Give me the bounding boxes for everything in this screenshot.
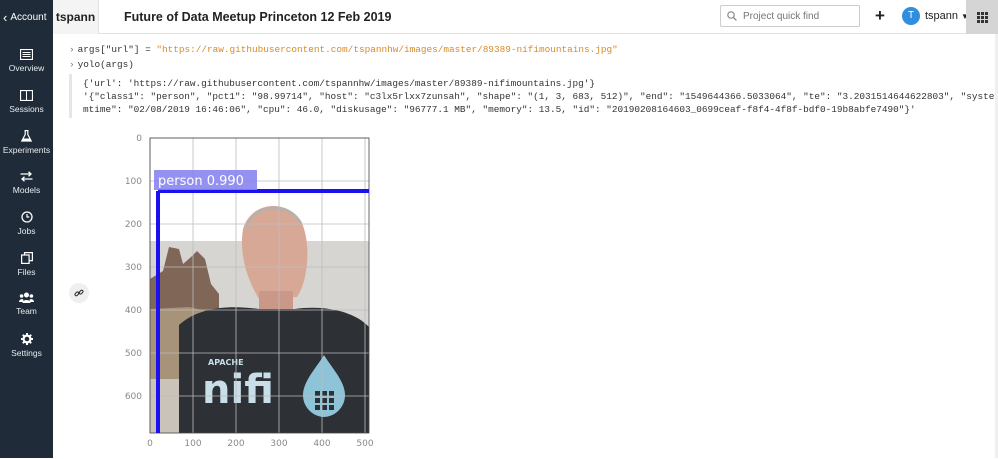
code-line-args: › args["url"] = "https://raw.githubuserco… bbox=[69, 44, 618, 55]
user-name: tspann bbox=[925, 10, 959, 22]
y-axis-ticks: 0 100 200 300 400 500 600 bbox=[125, 134, 142, 402]
clock-icon bbox=[20, 211, 33, 223]
sidebar-item-jobs[interactable]: Jobs bbox=[0, 211, 53, 236]
y-tick-label: 600 bbox=[125, 392, 142, 402]
code-call: yolo(args) bbox=[77, 59, 134, 70]
sidebar-item-experiments[interactable]: Experiments bbox=[0, 130, 53, 155]
sidebar-item-label: Sessions bbox=[9, 104, 44, 114]
grid-icon bbox=[976, 11, 988, 23]
gear-icon bbox=[20, 333, 33, 345]
sidebar-item-label: Overview bbox=[8, 63, 45, 73]
arrows-icon bbox=[20, 171, 33, 182]
svg-text:APACHE: APACHE bbox=[208, 358, 244, 367]
project-title: Future of Data Meetup Princeton 12 Feb 2… bbox=[124, 10, 392, 24]
x-tick-label: 300 bbox=[270, 439, 287, 449]
account-label: Account bbox=[10, 11, 47, 23]
sessions-icon bbox=[20, 90, 33, 101]
output-block: {'url': 'https://raw.githubusercontent.c… bbox=[69, 74, 998, 118]
y-tick-label: 300 bbox=[125, 263, 142, 273]
x-tick-label: 0 bbox=[147, 439, 153, 449]
x-tick-label: 200 bbox=[227, 439, 244, 449]
link-button[interactable] bbox=[69, 283, 89, 303]
user-menu[interactable]: T tspann ▼ bbox=[902, 7, 969, 25]
output-line: mtime": "02/08/2019 16:46:06", "cpu": 46… bbox=[83, 104, 916, 115]
prompt-chevron-icon: › bbox=[69, 44, 75, 55]
search-icon bbox=[727, 11, 737, 21]
sidebar: ‹ Account Overview Sessions Experiments … bbox=[0, 0, 53, 458]
sidebar-item-sessions[interactable]: Sessions bbox=[0, 90, 53, 114]
sidebar-item-files[interactable]: Files bbox=[0, 252, 53, 277]
sidebar-item-label: Models bbox=[12, 185, 41, 195]
svg-text:nifi: nifi bbox=[202, 367, 274, 413]
team-icon bbox=[19, 292, 34, 303]
code-string: "https://raw.githubusercontent.com/tspan… bbox=[156, 44, 618, 55]
y-tick-label: 200 bbox=[125, 220, 142, 230]
x-tick-label: 100 bbox=[184, 439, 201, 449]
y-tick-label: 100 bbox=[125, 177, 142, 187]
sidebar-item-label: Files bbox=[17, 267, 36, 277]
output-line: '{"class1": "person", "pct1": "98.99714"… bbox=[83, 91, 995, 102]
add-plus-icon[interactable]: + bbox=[875, 7, 885, 25]
files-icon bbox=[20, 252, 33, 264]
sidebar-item-label: Experiments bbox=[2, 145, 51, 155]
detection-label: person 0.990 bbox=[158, 174, 244, 189]
sidebar-item-models[interactable]: Models bbox=[0, 171, 53, 195]
sidebar-item-overview[interactable]: Overview bbox=[0, 49, 53, 73]
code-var: args["url"] = bbox=[77, 44, 157, 55]
sidebar-item-label: Team bbox=[16, 306, 37, 316]
overview-icon bbox=[20, 49, 33, 60]
photo-image: APACHE nifi bbox=[150, 206, 369, 433]
top-bar: tspann Future of Data Meetup Princeton 1… bbox=[53, 0, 998, 34]
project-search-box[interactable] bbox=[720, 5, 860, 27]
account-back-link[interactable]: ‹ Account bbox=[0, 0, 53, 34]
prompt-chevron-icon: › bbox=[69, 59, 75, 70]
y-tick-label: 0 bbox=[136, 134, 142, 144]
y-tick-label: 500 bbox=[125, 349, 142, 359]
search-input[interactable] bbox=[743, 10, 853, 22]
avatar: T bbox=[902, 7, 920, 25]
flask-icon bbox=[21, 130, 32, 142]
sidebar-item-label: Settings bbox=[11, 348, 42, 358]
y-tick-label: 400 bbox=[125, 306, 142, 316]
session-output: › args["url"] = "https://raw.githubuserco… bbox=[53, 34, 998, 458]
sidebar-item-label: Jobs bbox=[17, 226, 36, 236]
x-tick-label: 400 bbox=[313, 439, 330, 449]
sidebar-item-settings[interactable]: Settings bbox=[0, 333, 53, 358]
detection-plot: APACHE nifi person 0.990 0 100 200 300 4… bbox=[125, 134, 374, 449]
x-tick-label: 500 bbox=[356, 439, 373, 449]
apps-grid-button[interactable] bbox=[966, 0, 998, 34]
link-icon bbox=[74, 289, 84, 297]
output-line: {'url': 'https://raw.githubusercontent.c… bbox=[83, 78, 595, 89]
chevron-left-icon: ‹ bbox=[3, 9, 8, 25]
project-owner-link[interactable]: tspann bbox=[53, 0, 99, 34]
x-axis-ticks: 0 100 200 300 400 500 bbox=[147, 439, 374, 449]
sidebar-item-team[interactable]: Team bbox=[0, 292, 53, 316]
code-line-yolo: › yolo(args) bbox=[69, 59, 134, 70]
